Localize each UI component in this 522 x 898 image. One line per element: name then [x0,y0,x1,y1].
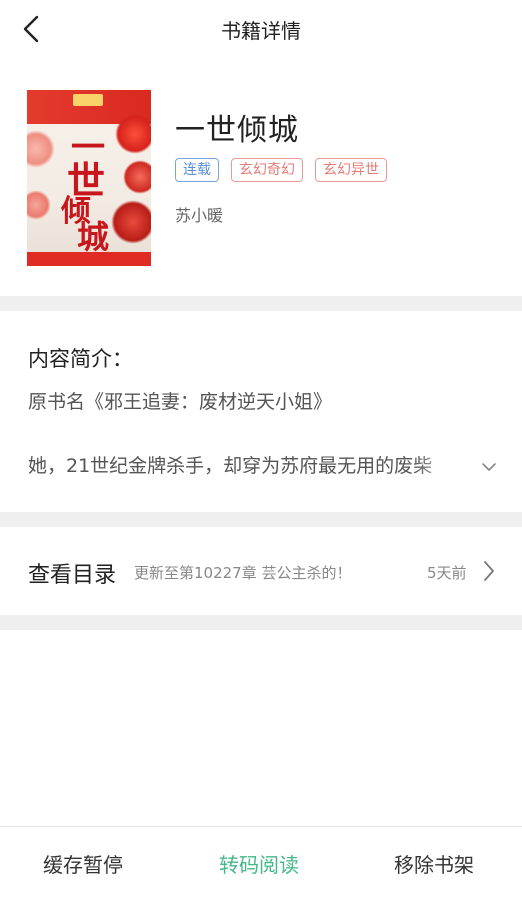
remove-from-shelf-button[interactable]: 移除书架 [394,849,474,878]
header: 书籍详情 [0,0,522,60]
tag-status[interactable]: 连载 [175,158,219,182]
chevron-down-icon [482,463,496,471]
cover-bottom-band [27,252,151,266]
chevron-right-icon [484,561,494,581]
tag-subcategory[interactable]: 玄幻异世 [315,158,387,182]
catalog-row[interactable]: 查看目录 更新至第10227章 芸公主杀的！ 5天前 [0,527,522,615]
cover-flower [111,200,151,244]
intro-original-title: 原书名《邪王追妻：废材逆天小姐》 [28,391,333,413]
expand-intro-button[interactable] [476,454,502,480]
page-title: 书籍详情 [221,19,301,43]
update-time: 5天前 [427,564,467,582]
book-tags: 连载 玄幻奇幻 玄幻异世 [175,158,387,182]
latest-chapter: 更新至第10227章 芸公主杀的！ [134,564,352,582]
cover-flower [123,160,151,194]
transcode-read-button[interactable]: 转码阅读 [219,849,299,878]
book-author[interactable]: 苏小暖 [175,202,223,226]
intro-heading: 内容简介： [28,347,133,371]
book-info: 一 世 倾 城 一世倾城 连载 玄幻奇幻 玄幻异世 苏小暖 [0,60,522,296]
catalog-label: 查看目录 [28,563,117,588]
tag-category[interactable]: 玄幻奇幻 [231,158,303,182]
book-title: 一世倾城 [175,113,299,148]
intro-section: 内容简介： 原书名《邪王追妻：废材逆天小姐》 她，21世纪金牌杀手，却穿为苏府最… [0,311,522,512]
cover-flower [115,114,151,154]
book-cover[interactable]: 一 世 倾 城 [27,90,151,266]
cover-flower [27,190,51,220]
section-divider [0,615,522,630]
cover-badge [73,94,103,106]
bottom-action-bar: 缓存暂停 转码阅读 移除书架 [0,826,522,898]
cover-flower [27,130,55,168]
catalog-arrow [478,558,500,584]
intro-text[interactable]: 她，21世纪金牌杀手，却穿为苏府最无用的废柴 [28,451,466,478]
section-divider [0,512,522,527]
cache-pause-button[interactable]: 缓存暂停 [43,849,123,878]
section-divider [0,296,522,311]
